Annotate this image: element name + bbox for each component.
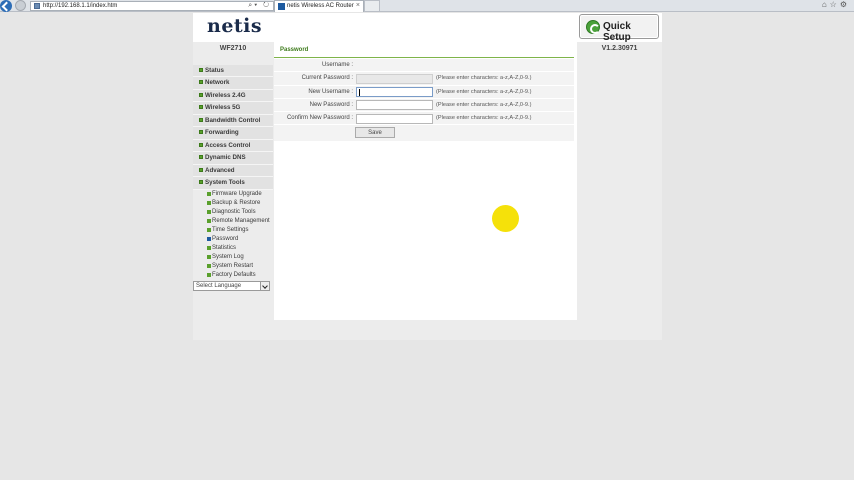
bullet-icon	[207, 218, 211, 223]
form-row-current-password: Current Password : (Please enter charact…	[274, 72, 574, 86]
cursor-highlight	[492, 205, 519, 232]
sidebar-item-network[interactable]: Network	[193, 77, 273, 90]
language-select-value: Select Language	[196, 282, 242, 289]
router-page: netis Quick Setup WF2710 V1.2.30971 Stat…	[193, 13, 662, 340]
tab-favicon-icon	[278, 3, 285, 10]
page-header: netis Quick Setup	[193, 13, 662, 43]
sidebar-sub-statistics[interactable]: Statistics	[193, 244, 273, 253]
quick-setup-button[interactable]: Quick Setup	[579, 14, 659, 43]
confirm-password-label: Confirm New Password :	[286, 115, 353, 122]
plus-icon	[199, 167, 203, 172]
sidebar-sub-system-restart[interactable]: System Restart	[193, 262, 273, 271]
chevron-down-icon[interactable]	[260, 281, 269, 290]
confirm-password-field[interactable]	[356, 113, 433, 124]
plus-icon	[199, 142, 203, 147]
new-tab-button[interactable]	[364, 0, 380, 12]
sidebar-item-wireless-5g[interactable]: Wireless 5G	[193, 102, 273, 115]
form-row-username: Username :	[274, 59, 574, 73]
bullet-icon	[207, 191, 211, 196]
sidebar-item-status[interactable]: Status	[193, 65, 273, 78]
section-divider	[274, 57, 574, 58]
language-select[interactable]: Select Language	[193, 280, 270, 291]
form-row-new-password: New Password : (Please enter characters:…	[274, 98, 574, 113]
section-title: Password	[280, 47, 309, 53]
bullet-icon	[207, 254, 211, 259]
sidebar-item-forwarding[interactable]: Forwarding	[193, 127, 273, 140]
bullet-active-icon	[207, 236, 211, 241]
sidebar-item-bandwidth-control[interactable]: Bandwidth Control	[193, 114, 273, 128]
current-password-field[interactable]	[356, 73, 433, 84]
new-username-field[interactable]	[356, 87, 433, 98]
model-name: WF2710	[219, 45, 247, 52]
bullet-icon	[207, 263, 211, 268]
browser-tab[interactable]: netis Wireless AC Router ×	[274, 0, 364, 12]
plus-icon	[199, 155, 203, 160]
form-row-confirm-password: Confirm New Password : (Please enter cha…	[274, 112, 574, 126]
system-tools-submenu: Firmware Upgrade Backup & Restore Diagno…	[193, 190, 273, 280]
address-text: http://192.168.1.1/index.htm	[43, 3, 118, 9]
sidebar-item-access-control[interactable]: Access Control	[193, 139, 273, 153]
sidebar-sub-password[interactable]: Password	[193, 235, 273, 244]
forward-icon[interactable]	[15, 0, 26, 11]
sidebar-sub-firmware-upgrade[interactable]: Firmware Upgrade	[193, 190, 273, 199]
sidebar-item-advanced[interactable]: Advanced	[193, 164, 273, 178]
plus-icon	[199, 117, 203, 122]
text-caret	[359, 89, 360, 97]
plus-icon	[199, 80, 203, 85]
current-password-label: Current Password :	[301, 75, 353, 82]
sidebar: Status Network Wireless 2.4G Wireless 5G…	[193, 65, 273, 291]
plus-icon	[199, 68, 203, 72]
netis-logo: netis	[207, 15, 263, 37]
tab-title: netis Wireless AC Router	[287, 3, 354, 9]
minus-icon	[199, 180, 203, 185]
new-password-field[interactable]	[356, 100, 433, 111]
form-row-new-username: New Username : (Please enter characters:…	[274, 85, 574, 99]
sidebar-sub-system-log[interactable]: System Log	[193, 253, 273, 262]
browser-tools-icons[interactable]: ⌂☆⚙	[822, 0, 850, 9]
sidebar-sub-remote-management[interactable]: Remote Management	[193, 217, 273, 226]
firmware-version: V1.2.30971	[601, 45, 638, 52]
bullet-icon	[207, 227, 211, 232]
bullet-icon	[207, 245, 211, 250]
new-username-label: New Username :	[308, 88, 353, 95]
main-content: Password Username : Current Password : (…	[274, 42, 577, 320]
sidebar-sub-backup-restore[interactable]: Backup & Restore	[193, 199, 273, 208]
new-username-hint: (Please enter characters: a-z,A-Z,0-9.)	[436, 88, 532, 95]
sidebar-sub-factory-defaults[interactable]: Factory Defaults	[193, 271, 273, 280]
new-password-hint: (Please enter characters: a-z,A-Z,0-9.)	[436, 101, 532, 108]
current-password-hint: (Please enter characters: a-z,A-Z,0-9.)	[436, 75, 532, 82]
plus-icon	[199, 92, 203, 97]
sidebar-sub-diagnostic-tools[interactable]: Diagnostic Tools	[193, 208, 273, 217]
sidebar-item-dynamic-dns[interactable]: Dynamic DNS	[193, 152, 273, 165]
new-password-label: New Password :	[309, 101, 353, 108]
bullet-icon	[207, 272, 211, 277]
sidebar-sub-time-settings[interactable]: Time Settings	[193, 226, 273, 235]
back-icon[interactable]	[0, 0, 12, 12]
sidebar-item-wireless-24g[interactable]: Wireless 2.4G	[193, 89, 273, 103]
close-tab-icon[interactable]: ×	[356, 2, 360, 9]
browser-toolbar: http://192.168.1.1/index.htm ⌕▾ ↻ netis …	[0, 0, 854, 12]
quick-setup-label: Quick Setup	[603, 21, 631, 43]
bullet-icon	[207, 200, 211, 205]
address-bar[interactable]: http://192.168.1.1/index.htm ⌕▾ ↻	[30, 1, 274, 11]
confirm-password-hint: (Please enter characters: a-z,A-Z,0-9.)	[436, 115, 532, 122]
username-label: Username :	[321, 62, 353, 68]
page-icon	[34, 3, 40, 9]
bullet-icon	[207, 209, 211, 214]
plus-icon	[199, 105, 203, 110]
plus-icon	[199, 130, 203, 135]
password-form: Username : Current Password : (Please en…	[274, 59, 574, 142]
search-refresh-icons[interactable]: ⌕▾ ↻	[248, 2, 271, 10]
sidebar-item-system-tools[interactable]: System Tools	[193, 177, 273, 190]
form-row-save: Save	[274, 125, 574, 142]
save-button[interactable]: Save	[355, 127, 395, 139]
quick-setup-icon	[586, 20, 600, 34]
